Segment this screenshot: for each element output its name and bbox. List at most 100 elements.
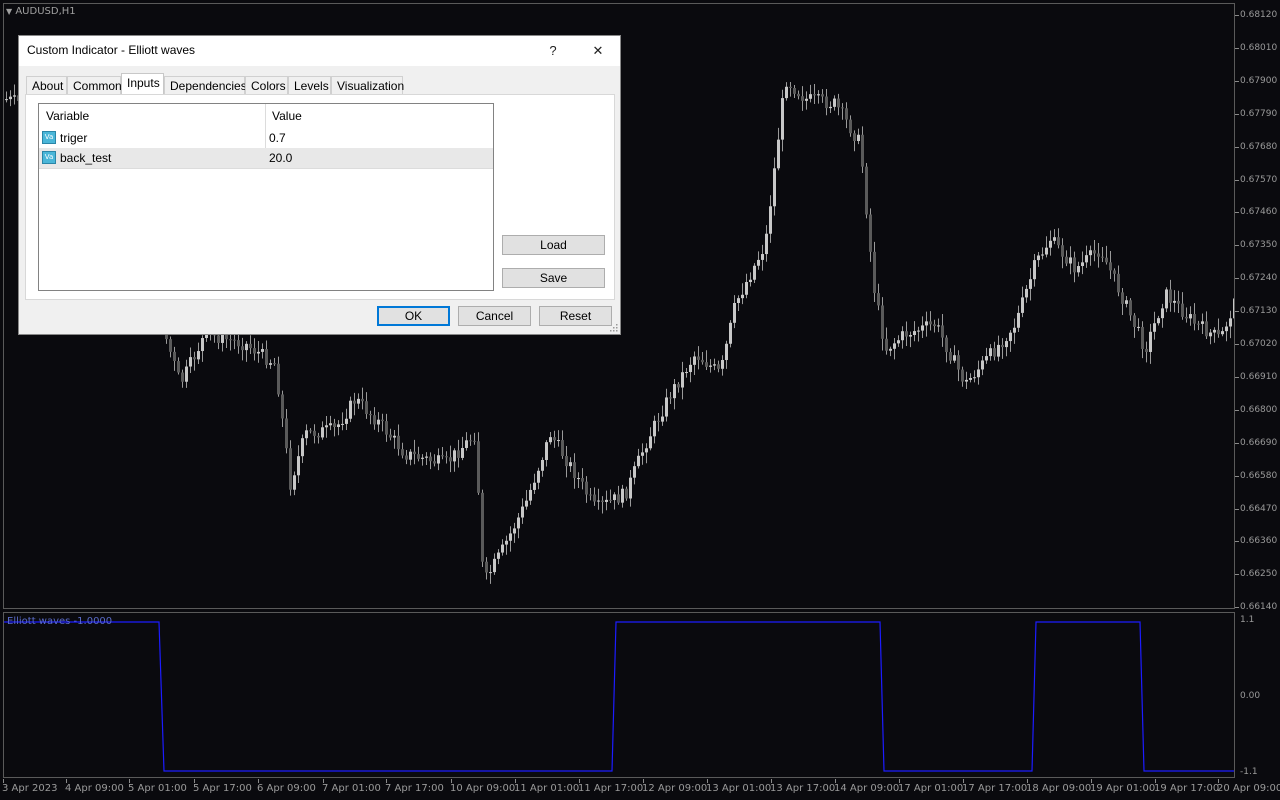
tab-common[interactable]: Common bbox=[67, 76, 122, 94]
candle-body bbox=[1141, 326, 1144, 349]
candle-body bbox=[961, 369, 964, 382]
dialog-title: Custom Indicator - Elliott waves bbox=[27, 43, 196, 57]
candle-body bbox=[933, 324, 936, 327]
help-icon[interactable]: ? bbox=[539, 40, 567, 62]
candle-body bbox=[969, 377, 972, 380]
column-header-variable[interactable]: Variable bbox=[46, 104, 89, 128]
chevron-down-icon[interactable]: ▼ bbox=[6, 7, 12, 16]
candle-body bbox=[865, 166, 868, 215]
table-row[interactable]: Va back_test 20.0 bbox=[39, 148, 493, 168]
candle-body bbox=[1229, 318, 1232, 327]
dialog-titlebar[interactable]: Custom Indicator - Elliott waves ? ✕ bbox=[19, 36, 620, 66]
candle-body bbox=[269, 363, 272, 365]
candle-body bbox=[409, 451, 412, 460]
resize-grip-icon[interactable] bbox=[610, 324, 618, 332]
candle-body bbox=[365, 401, 368, 415]
candle-body bbox=[845, 108, 848, 120]
candle-body bbox=[781, 98, 784, 140]
candle-body bbox=[1085, 255, 1088, 263]
candle-body bbox=[557, 440, 560, 442]
chart-symbol-title[interactable]: ▼ AUDUSD,H1 bbox=[6, 6, 76, 17]
tab-visualization[interactable]: Visualization bbox=[331, 76, 404, 94]
cancel-button[interactable]: Cancel bbox=[458, 306, 531, 326]
candle-body bbox=[1065, 256, 1068, 264]
close-icon[interactable]: ✕ bbox=[584, 40, 612, 62]
ok-button[interactable]: OK bbox=[377, 306, 450, 326]
tab-dependencies[interactable]: Dependencies bbox=[164, 76, 247, 94]
candle-body bbox=[561, 440, 564, 457]
candle-body bbox=[1125, 300, 1128, 304]
price-tick bbox=[1235, 541, 1239, 543]
price-tick-label: 0.66910 bbox=[1240, 371, 1278, 382]
time-tick-label: 11 Apr 01:00 bbox=[514, 783, 580, 794]
candle-body bbox=[1069, 257, 1072, 264]
price-tick bbox=[1235, 409, 1239, 411]
candle-body bbox=[305, 430, 308, 439]
candle-body bbox=[445, 456, 448, 458]
candle-body bbox=[589, 494, 592, 496]
candle-body bbox=[825, 96, 828, 109]
price-tick bbox=[1235, 442, 1239, 444]
candle-body bbox=[737, 298, 740, 303]
price-tick-label: 0.66250 bbox=[1240, 569, 1278, 580]
elliott-waves-line bbox=[4, 621, 1234, 772]
candle-body bbox=[369, 414, 372, 416]
tab-levels[interactable]: Levels bbox=[288, 76, 331, 94]
candle-body bbox=[1185, 316, 1188, 319]
candle-body bbox=[417, 454, 420, 459]
candle-body bbox=[489, 572, 492, 574]
candle-body bbox=[573, 462, 576, 479]
candle-body bbox=[505, 540, 508, 545]
candle-body bbox=[761, 254, 764, 260]
candle-body bbox=[1053, 237, 1056, 241]
candle-body bbox=[597, 500, 600, 502]
candle-body bbox=[549, 437, 552, 443]
column-header-value[interactable]: Value bbox=[272, 104, 302, 128]
candle-body bbox=[1005, 341, 1008, 348]
candle-body bbox=[1021, 297, 1024, 313]
tab-about[interactable]: About bbox=[26, 76, 67, 94]
candle-body bbox=[829, 106, 832, 109]
candle-body bbox=[265, 349, 268, 365]
candle-body bbox=[677, 384, 680, 388]
candle-body bbox=[753, 265, 756, 280]
price-tick bbox=[1235, 278, 1239, 280]
candle-body bbox=[433, 461, 436, 464]
indicator-subwindow[interactable]: Elliott waves -1.0000 bbox=[3, 612, 1235, 778]
candle-body bbox=[413, 451, 416, 455]
reset-button[interactable]: Reset bbox=[539, 306, 612, 326]
candle-body bbox=[1013, 327, 1016, 333]
candle-body bbox=[957, 355, 960, 370]
candle-body bbox=[1025, 288, 1028, 298]
candle-body bbox=[1193, 314, 1196, 324]
candle-body bbox=[889, 348, 892, 351]
tab-colors[interactable]: Colors bbox=[245, 76, 288, 94]
candle-body bbox=[273, 363, 276, 365]
candle-body bbox=[393, 435, 396, 438]
candle-body bbox=[333, 423, 336, 427]
candle-body bbox=[377, 419, 380, 425]
price-tick-label: 0.67020 bbox=[1240, 339, 1278, 349]
variable-value[interactable]: 20.0 bbox=[269, 148, 292, 168]
candle-body bbox=[901, 331, 904, 341]
inputs-panel: Variable Value Va triger 0.7 Va back_tes… bbox=[25, 94, 615, 300]
price-tick bbox=[1235, 376, 1239, 378]
tab-inputs[interactable]: Inputs bbox=[121, 73, 164, 95]
inputs-grid[interactable]: Variable Value Va triger 0.7 Va back_tes… bbox=[38, 103, 494, 291]
table-row[interactable]: Va triger 0.7 bbox=[39, 128, 493, 148]
time-tick-label: 13 Apr 17:00 bbox=[770, 783, 836, 794]
variable-value[interactable]: 0.7 bbox=[269, 128, 286, 148]
candle-body bbox=[1221, 331, 1224, 335]
candle-body bbox=[1201, 321, 1204, 324]
save-button[interactable]: Save bbox=[502, 268, 605, 288]
price-tick bbox=[1235, 475, 1239, 477]
candle-body bbox=[1165, 289, 1168, 309]
candle-body bbox=[817, 94, 820, 96]
candle-body bbox=[949, 352, 952, 361]
indicator-level-zero: 0.00 bbox=[1240, 691, 1261, 701]
candle-body bbox=[857, 134, 860, 142]
candle-body bbox=[921, 325, 924, 331]
load-button[interactable]: Load bbox=[502, 235, 605, 255]
candle-body bbox=[989, 348, 992, 357]
candle-body bbox=[425, 456, 428, 458]
